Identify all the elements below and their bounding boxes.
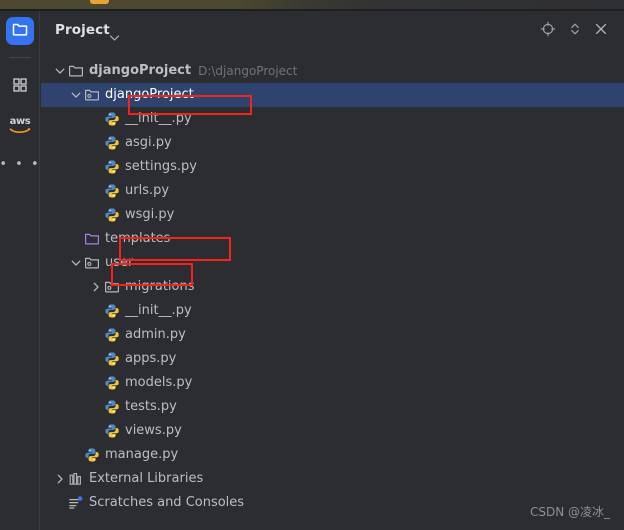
tree-row-label: wsgi.py [125, 207, 175, 222]
rail-item-more[interactable]: • • • [0, 151, 39, 179]
tree-row-label: user [105, 255, 134, 270]
rail-item-plugins[interactable] [6, 73, 34, 101]
close-panel-button[interactable] [592, 22, 610, 40]
close-icon [593, 21, 609, 41]
tree-row[interactable]: user [41, 251, 624, 275]
rail-item-project[interactable] [6, 17, 34, 45]
expand-collapse-icon [567, 21, 583, 41]
tree-row-label: Scratches and Consoles [89, 495, 245, 510]
tree-row[interactable]: views.py [41, 419, 624, 443]
tree-row[interactable]: admin.py [41, 323, 624, 347]
rail-item-aws[interactable]: aws [6, 111, 34, 139]
tree-row-label: settings.py [125, 159, 197, 174]
tree-row[interactable]: __init__.py [41, 107, 624, 131]
python-file-icon [104, 183, 120, 199]
tree-row-label: apps.py [125, 351, 177, 366]
tree-row-label: urls.py [125, 183, 170, 198]
tool-window-rail: aws • • • [0, 11, 40, 530]
more-horizontal-icon: • • • [0, 157, 41, 172]
tree-row-label: External Libraries [89, 471, 204, 486]
tree-row-label: djangoProject [105, 87, 194, 102]
tree-row[interactable]: wsgi.py [41, 203, 624, 227]
chevron-right-icon[interactable] [89, 281, 102, 294]
chevron-down-icon[interactable] [53, 65, 66, 78]
watermark-text: CSDN @凌冰_ [529, 505, 610, 519]
aws-logo-icon: aws [9, 115, 31, 134]
python-file-icon [104, 207, 120, 223]
scratches-icon [68, 495, 84, 511]
tree-row-label: tests.py [125, 399, 177, 414]
python-file-icon [104, 399, 120, 415]
tree-row-label: views.py [125, 423, 182, 438]
python-file-icon [104, 111, 120, 127]
tree-row[interactable]: tests.py [41, 395, 624, 419]
toolbar-chip [90, 0, 109, 4]
tree-row[interactable]: External Libraries [41, 467, 624, 491]
module-folder-icon [84, 87, 100, 103]
grid-squares-icon [11, 76, 29, 98]
tree-row-label: admin.py [125, 327, 186, 342]
tree-row[interactable]: templates [41, 227, 624, 251]
tree-row-label: templates [105, 231, 171, 246]
chevron-down-icon[interactable] [69, 89, 82, 102]
tree-row[interactable]: djangoProject [41, 83, 624, 107]
python-file-icon [104, 303, 120, 319]
tree-row-label: asgi.py [125, 135, 172, 150]
tree-row-label: manage.py [105, 447, 179, 462]
tree-row-label: migrations [125, 279, 195, 294]
tree-row[interactable]: asgi.py [41, 131, 624, 155]
tree-row-label: __init__.py [125, 303, 192, 318]
tree-row-path: D:\djangoProject [198, 64, 298, 78]
aws-logo-text: aws [9, 115, 31, 127]
project-tool-window: Project djangoProject D:\djangoProject d… [41, 11, 624, 530]
module-folder-icon [84, 255, 100, 271]
select-opened-file-button[interactable] [539, 21, 557, 41]
rail-divider [9, 57, 31, 58]
tree-row[interactable]: urls.py [41, 179, 624, 203]
project-tree[interactable]: djangoProject D:\djangoProject djangoProj… [41, 59, 624, 511]
python-file-icon [104, 135, 120, 151]
python-file-icon [104, 423, 120, 439]
tree-row[interactable]: apps.py [41, 347, 624, 371]
tree-row-label: djangoProject [89, 63, 192, 78]
expand-collapse-button[interactable] [566, 22, 584, 40]
page-title: Project [55, 22, 110, 38]
template-folder-icon [84, 231, 100, 247]
python-file-icon [104, 327, 120, 343]
python-file-icon [104, 159, 120, 175]
chevron-down-icon[interactable] [69, 257, 82, 270]
python-file-icon [104, 351, 120, 367]
folder-icon [68, 63, 84, 79]
tree-row-label: __init__.py [125, 111, 192, 126]
project-panel-header: Project [41, 11, 624, 51]
target-crosshair-icon [540, 21, 556, 41]
tree-row[interactable]: migrations [41, 275, 624, 299]
tree-row[interactable]: manage.py [41, 443, 624, 467]
tree-row[interactable]: models.py [41, 371, 624, 395]
module-folder-icon [104, 279, 120, 295]
folder-icon [11, 20, 29, 42]
tree-row[interactable]: settings.py [41, 155, 624, 179]
tree-row-label: models.py [125, 375, 193, 390]
python-file-icon [104, 375, 120, 391]
window-top-strip [0, 0, 624, 9]
tree-row[interactable]: __init__.py [41, 299, 624, 323]
external-libraries-icon [68, 471, 84, 487]
chevron-right-icon[interactable] [53, 473, 66, 486]
tree-row[interactable]: djangoProject D:\djangoProject [41, 59, 624, 83]
python-file-icon [84, 447, 100, 463]
chevron-down-icon[interactable] [109, 27, 120, 46]
